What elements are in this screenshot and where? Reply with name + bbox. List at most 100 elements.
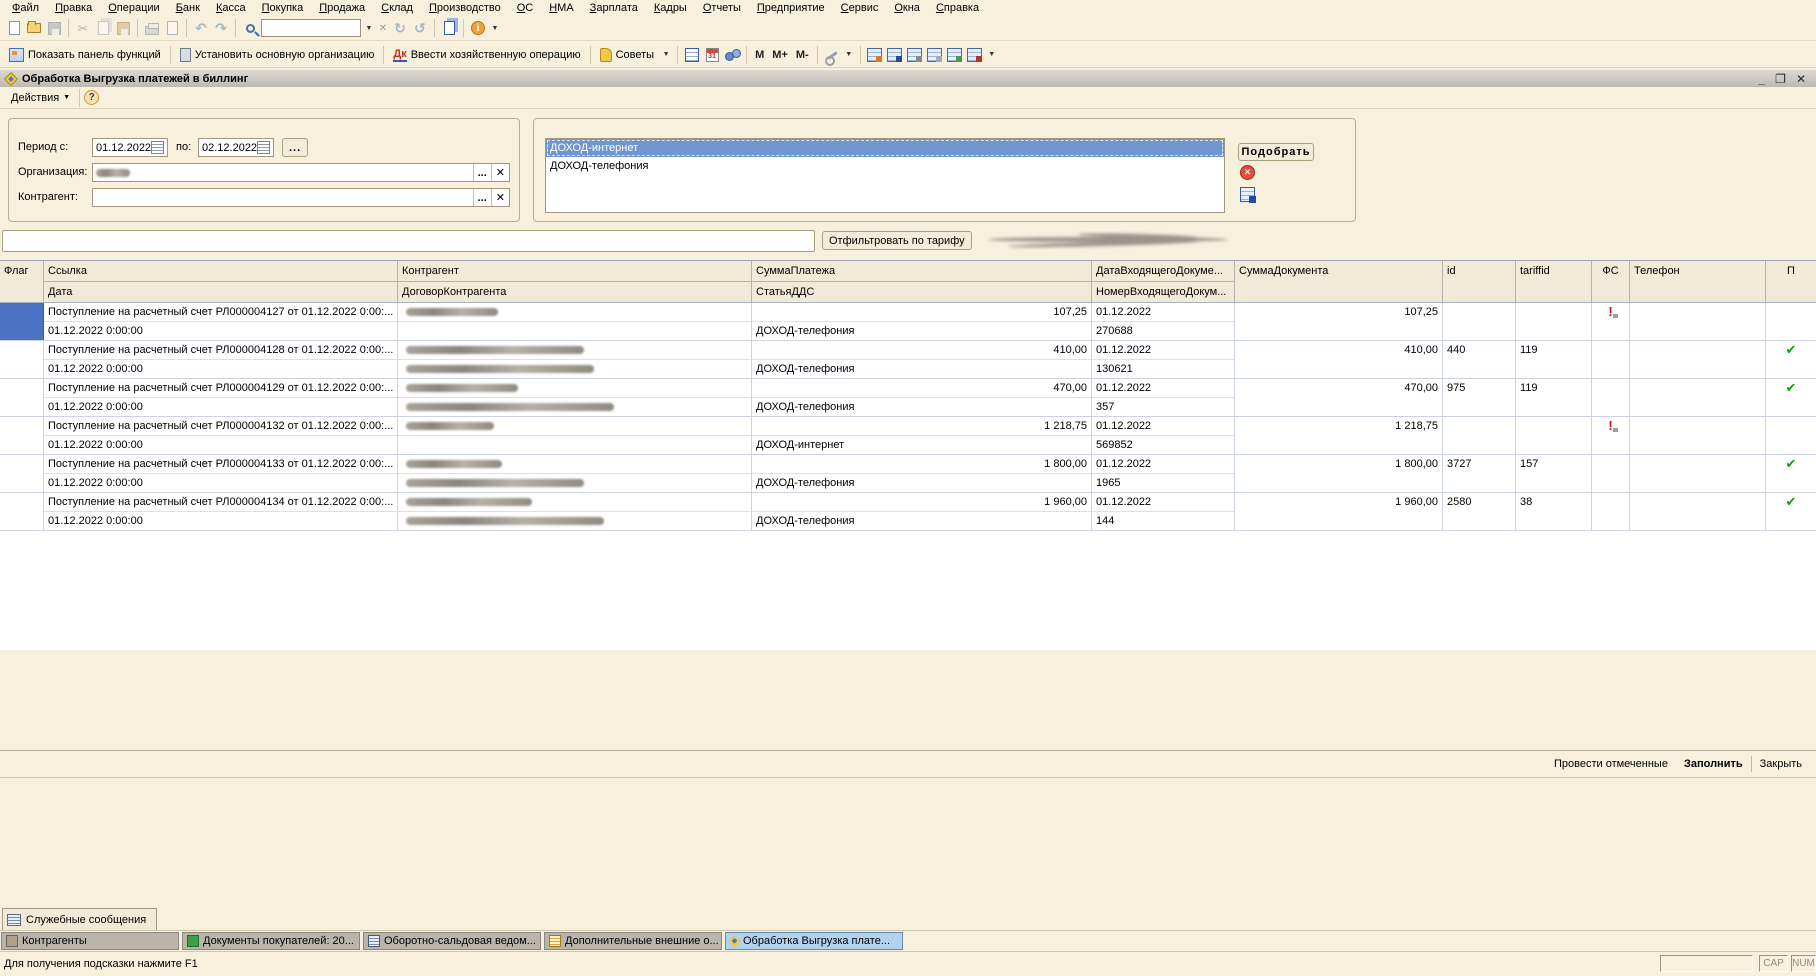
menu-nma[interactable]: НМА bbox=[541, 1, 581, 15]
filter-by-tariff-button[interactable]: Отфильтровать по тарифу bbox=[822, 231, 972, 250]
counterparty-input[interactable]: ... ✕ bbox=[92, 188, 510, 207]
cell-dds-item[interactable]: ДОХОД-интернет bbox=[752, 436, 1091, 454]
flag-cell[interactable] bbox=[0, 493, 44, 530]
find-next-icon[interactable]: ↻ bbox=[391, 19, 409, 37]
cell-date[interactable]: 01.12.2022 0:00:00 bbox=[44, 360, 397, 378]
table-row[interactable]: Поступление на расчетный счет РЛ00000413… bbox=[0, 417, 1816, 455]
cell-p[interactable] bbox=[1766, 417, 1816, 454]
header-tariffid[interactable]: tariffid bbox=[1516, 261, 1592, 302]
period-to-input[interactable]: 02.12.2022 bbox=[198, 138, 274, 157]
new-document-icon[interactable] bbox=[5, 19, 23, 37]
cell-payment-sum[interactable]: 1 218,75 bbox=[752, 417, 1091, 436]
cut-icon[interactable]: ✂ bbox=[74, 19, 92, 37]
cell-phone[interactable] bbox=[1630, 379, 1766, 416]
save-list-icon[interactable] bbox=[1240, 187, 1255, 202]
about-dropdown-icon[interactable]: ▼ bbox=[488, 19, 502, 37]
cell-incoming-date[interactable]: 01.12.2022 bbox=[1092, 493, 1234, 512]
fill-button[interactable]: Заполнить bbox=[1676, 756, 1751, 772]
search-icon[interactable] bbox=[241, 19, 259, 37]
cell-phone[interactable] bbox=[1630, 417, 1766, 454]
cell-incoming-number[interactable]: 569852 bbox=[1092, 436, 1234, 454]
menu-reports[interactable]: Отчеты bbox=[695, 1, 749, 15]
cell-phone[interactable] bbox=[1630, 455, 1766, 492]
cell-id[interactable]: 3727 bbox=[1443, 455, 1516, 492]
cell-link[interactable]: Поступление на расчетный счет РЛ00000413… bbox=[44, 417, 397, 436]
cell-p[interactable]: ✔ bbox=[1766, 493, 1816, 530]
menu-os[interactable]: ОС bbox=[509, 1, 542, 15]
menu-warehouse[interactable]: Склад bbox=[373, 1, 421, 15]
period-from-input[interactable]: 01.12.2022 bbox=[92, 138, 168, 157]
help-icon[interactable]: ? bbox=[84, 90, 99, 105]
header-p[interactable]: П bbox=[1766, 261, 1816, 302]
table-tool-5-icon[interactable] bbox=[946, 46, 964, 64]
header-incoming-doc[interactable]: ДатаВходящегоДокуме... НомерВходящегоДок… bbox=[1092, 261, 1235, 302]
settings-wrench-icon[interactable] bbox=[823, 46, 841, 64]
cell-id[interactable]: 440 bbox=[1443, 341, 1516, 378]
cell-doc-sum[interactable]: 1 960,00 bbox=[1235, 493, 1443, 530]
menu-hr[interactable]: Кадры bbox=[646, 1, 695, 15]
set-main-org-button[interactable]: Установить основную организацию bbox=[175, 46, 380, 64]
copy-icon[interactable] bbox=[94, 19, 112, 37]
cell-incoming-number[interactable]: 270688 bbox=[1092, 322, 1234, 340]
back-icon[interactable]: ↶ bbox=[192, 19, 210, 37]
cell-link[interactable]: Поступление на расчетный счет РЛ00000412… bbox=[44, 341, 397, 360]
cell-id[interactable] bbox=[1443, 417, 1516, 454]
close-icon[interactable]: ✕ bbox=[1796, 72, 1806, 86]
menu-salary[interactable]: Зарплата bbox=[582, 1, 646, 15]
header-fs[interactable]: ФС bbox=[1592, 261, 1630, 302]
cell-fs[interactable]: ! bbox=[1592, 303, 1630, 340]
cell-incoming-date[interactable]: 01.12.2022 bbox=[1092, 303, 1234, 322]
open-document-icon[interactable] bbox=[25, 19, 43, 37]
settings-dropdown-icon[interactable]: ▼ bbox=[842, 46, 856, 64]
memory-subtract-button[interactable]: M- bbox=[792, 49, 813, 61]
list-item-income-internet[interactable]: ДОХОД-интернет bbox=[546, 139, 1224, 157]
find-previous-icon[interactable]: ↻ bbox=[411, 19, 429, 37]
cell-id[interactable]: 975 bbox=[1443, 379, 1516, 416]
tab-counterparties[interactable]: Контрагенты bbox=[1, 932, 179, 950]
cell-incoming-date[interactable]: 01.12.2022 bbox=[1092, 417, 1234, 436]
flag-cell[interactable] bbox=[0, 379, 44, 416]
users-icon[interactable] bbox=[723, 46, 741, 64]
calendar-picker-icon[interactable] bbox=[151, 141, 164, 154]
menu-enterprise[interactable]: Предприятие bbox=[749, 1, 833, 15]
cell-p[interactable]: ✔ bbox=[1766, 455, 1816, 492]
cell-dds-item[interactable]: ДОХОД-телефония bbox=[752, 474, 1091, 492]
table-tool-3-icon[interactable] bbox=[906, 46, 924, 64]
print-preview-icon[interactable] bbox=[163, 19, 181, 37]
flag-cell[interactable] bbox=[0, 341, 44, 378]
table-row[interactable]: Поступление на расчетный счет РЛ00000412… bbox=[0, 303, 1816, 341]
tab-processing-billing-export[interactable]: Обработка Выгрузка плате... bbox=[725, 932, 903, 950]
counterparty-clear-icon[interactable]: ✕ bbox=[491, 189, 509, 206]
cell-incoming-date[interactable]: 01.12.2022 bbox=[1092, 455, 1234, 474]
menu-file[interactable]: Файл bbox=[4, 1, 47, 15]
header-link-date[interactable]: Ссылка Дата bbox=[44, 261, 398, 302]
cell-link[interactable]: Поступление на расчетный счет РЛ00000412… bbox=[44, 379, 397, 398]
forward-icon[interactable]: ↷ bbox=[212, 19, 230, 37]
copy-window-icon[interactable] bbox=[440, 19, 458, 37]
save-document-icon[interactable] bbox=[45, 19, 63, 37]
cell-fs[interactable] bbox=[1592, 493, 1630, 530]
menu-operations[interactable]: Операции bbox=[100, 1, 167, 15]
cell-incoming-number[interactable]: 130621 bbox=[1092, 360, 1234, 378]
cell-dds-item[interactable]: ДОХОД-телефония bbox=[752, 512, 1091, 530]
cell-phone[interactable] bbox=[1630, 341, 1766, 378]
cell-p[interactable] bbox=[1766, 303, 1816, 340]
calculator-icon[interactable] bbox=[683, 46, 701, 64]
table-tool-2-icon[interactable] bbox=[886, 46, 904, 64]
tab-turnover-statement[interactable]: Оборотно-сальдовая ведом... bbox=[363, 932, 541, 950]
menu-windows[interactable]: Окна bbox=[886, 1, 928, 15]
cell-link[interactable]: Поступление на расчетный счет РЛ00000412… bbox=[44, 303, 397, 322]
cell-fs[interactable] bbox=[1592, 379, 1630, 416]
memory-recall-button[interactable]: M bbox=[751, 49, 768, 61]
cell-date[interactable]: 01.12.2022 0:00:00 bbox=[44, 474, 397, 492]
cell-tariffid[interactable]: 119 bbox=[1516, 379, 1592, 416]
service-messages-tab[interactable]: Служебные сообщения bbox=[2, 908, 157, 930]
cell-id[interactable] bbox=[1443, 303, 1516, 340]
cell-tariffid[interactable]: 38 bbox=[1516, 493, 1592, 530]
delete-item-icon[interactable]: ✕ bbox=[1240, 165, 1255, 180]
header-doc-sum[interactable]: СуммаДокумента bbox=[1235, 261, 1443, 302]
cell-doc-sum[interactable]: 1 218,75 bbox=[1235, 417, 1443, 454]
tips-dropdown-icon[interactable]: ▼ bbox=[659, 46, 673, 64]
cell-payment-sum[interactable]: 470,00 bbox=[752, 379, 1091, 398]
cell-date[interactable]: 01.12.2022 0:00:00 bbox=[44, 512, 397, 530]
